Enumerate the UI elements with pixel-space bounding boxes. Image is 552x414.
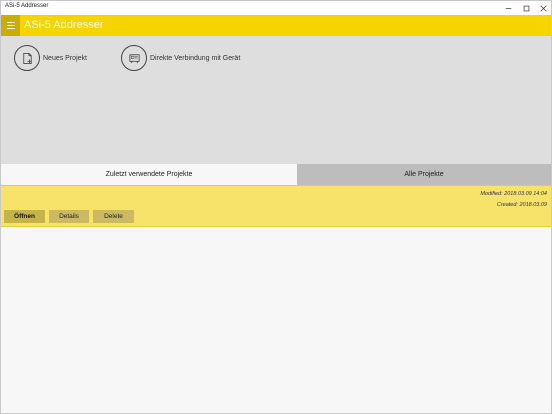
maximize-icon <box>523 5 529 11</box>
direct-connection-button[interactable]: Direkte Verbindung mit Gerät <box>121 44 240 72</box>
action-panel: Neues Projekt Direkte Verbindung mit Ger… <box>1 36 551 164</box>
new-document-icon <box>14 45 40 71</box>
project-card[interactable]: Modified: 2018.03.09 14:04 Created: 2018… <box>1 185 551 227</box>
hamburger-icon-line <box>6 28 15 29</box>
hamburger-icon-line <box>6 25 15 26</box>
window-title: ASi-5 Addresser <box>5 3 49 9</box>
direct-connection-label: Direkte Verbindung mit Gerät <box>150 54 241 62</box>
close-icon <box>539 4 547 12</box>
app-title: ASi-5 Addresser <box>24 19 104 31</box>
delete-button[interactable]: Delete <box>93 210 134 223</box>
menu-button[interactable] <box>1 15 20 36</box>
minimize-icon <box>505 7 511 9</box>
tab-all-projects[interactable]: Alle Projekte <box>297 164 551 185</box>
hamburger-icon-line <box>6 22 15 23</box>
title-bar: ASi-5 Addresser <box>1 1 551 15</box>
close-button[interactable] <box>534 1 551 15</box>
new-project-button[interactable]: Neues Projekt <box>14 44 87 72</box>
app-window: ASi-5 Addresser ASi-5 Addresser Neues Pr… <box>0 0 552 414</box>
new-project-label: Neues Projekt <box>43 54 87 62</box>
created-date: Created: 2018.03.09 <box>496 202 547 208</box>
maximize-button[interactable] <box>517 1 535 15</box>
app-header: ASi-5 Addresser <box>1 15 551 36</box>
project-tabs: Zuletzt verwendete Projekte Alle Projekt… <box>1 164 551 185</box>
minimize-button[interactable] <box>499 1 517 15</box>
device-connection-icon <box>121 45 147 71</box>
details-button[interactable]: Details <box>49 210 89 223</box>
open-button[interactable]: Öffnen <box>4 210 45 223</box>
tab-recent-projects[interactable]: Zuletzt verwendete Projekte <box>1 164 297 185</box>
modified-date: Modified: 2018.03.09 14:04 <box>480 191 547 197</box>
